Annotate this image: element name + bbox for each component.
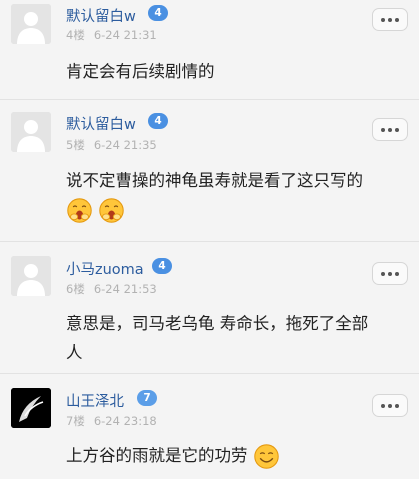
comment-text: 说不定曹操的神龟虽寿就是看了这只写的 (66, 171, 363, 190)
username[interactable]: 小马zuoma (66, 258, 144, 279)
avatar[interactable] (11, 256, 51, 296)
more-dot-icon (388, 271, 392, 276)
timestamp: 6-24 21:35 (93, 138, 157, 152)
timestamp: 6-24 21:53 (93, 282, 157, 296)
comment-text-content: 上方谷的雨就是它的功劳 (66, 446, 248, 465)
level-badge: 4 (148, 5, 168, 21)
floor-number: 5楼 (66, 138, 85, 152)
more-dot-icon (388, 17, 392, 22)
more-options-button[interactable] (372, 118, 408, 141)
level-badge: 4 (148, 113, 168, 129)
floor-number: 4楼 (66, 28, 85, 42)
emoji-row (66, 197, 125, 224)
floor-number: 7楼 (66, 414, 85, 428)
avatar[interactable] (11, 4, 51, 44)
yawn-emoji-icon (99, 198, 124, 223)
comment-item: 默认留白w 4 4楼 6-24 21:31 肯定会有后续剧情的 (0, 0, 419, 100)
level-badge: 4 (152, 258, 172, 274)
comment-meta: 7楼 6-24 23:18 (66, 413, 157, 429)
swoosh-avatar-icon (11, 388, 51, 428)
default-avatar-icon (11, 4, 51, 44)
timestamp: 6-24 21:31 (93, 28, 157, 42)
more-options-button[interactable] (372, 8, 408, 31)
more-dot-icon (381, 17, 385, 22)
username[interactable]: 山王泽北 (66, 390, 124, 411)
comment-item: 山王泽北 7 7楼 6-24 23:18 上方谷的雨就是它的功劳 (0, 374, 419, 479)
more-options-button[interactable] (372, 394, 408, 417)
more-dot-icon (381, 403, 385, 408)
username[interactable]: 默认留白w (66, 5, 136, 26)
more-dot-icon (395, 403, 399, 408)
avatar[interactable] (11, 388, 51, 428)
default-avatar-icon (11, 112, 51, 152)
yawn-emoji-icon (67, 198, 92, 223)
more-dot-icon (381, 271, 385, 276)
comment-text: 上方谷的雨就是它的功劳 (66, 441, 399, 470)
more-dot-icon (395, 271, 399, 276)
comment-text-line: 意思是，司马老乌龟 寿命长，拖死了全部 (66, 314, 369, 333)
smile-emoji-icon (254, 444, 279, 469)
more-dot-icon (388, 403, 392, 408)
more-options-button[interactable] (372, 262, 408, 285)
default-avatar-icon (11, 256, 51, 296)
comment-text: 肯定会有后续剧情的 (66, 62, 215, 81)
comment-text: 意思是，司马老乌龟 寿命长，拖死了全部 人 (66, 309, 399, 367)
level-badge: 7 (137, 390, 157, 406)
comment-meta: 4楼 6-24 21:31 (66, 27, 157, 43)
avatar[interactable] (11, 112, 51, 152)
more-dot-icon (395, 17, 399, 22)
more-dot-icon (381, 127, 385, 132)
comment-text-line: 人 (66, 343, 83, 362)
more-dot-icon (388, 127, 392, 132)
comment-item: 小马zuoma 4 6楼 6-24 21:53 意思是，司马老乌龟 寿命长，拖死了… (0, 242, 419, 374)
comment-item: 默认留白w 4 5楼 6-24 21:35 说不定曹操的神龟虽寿就是看了这只写的 (0, 100, 419, 242)
comment-meta: 6楼 6-24 21:53 (66, 281, 157, 297)
comment-meta: 5楼 6-24 21:35 (66, 137, 157, 153)
more-dot-icon (395, 127, 399, 132)
floor-number: 6楼 (66, 282, 85, 296)
username[interactable]: 默认留白w (66, 113, 136, 134)
timestamp: 6-24 23:18 (93, 414, 157, 428)
